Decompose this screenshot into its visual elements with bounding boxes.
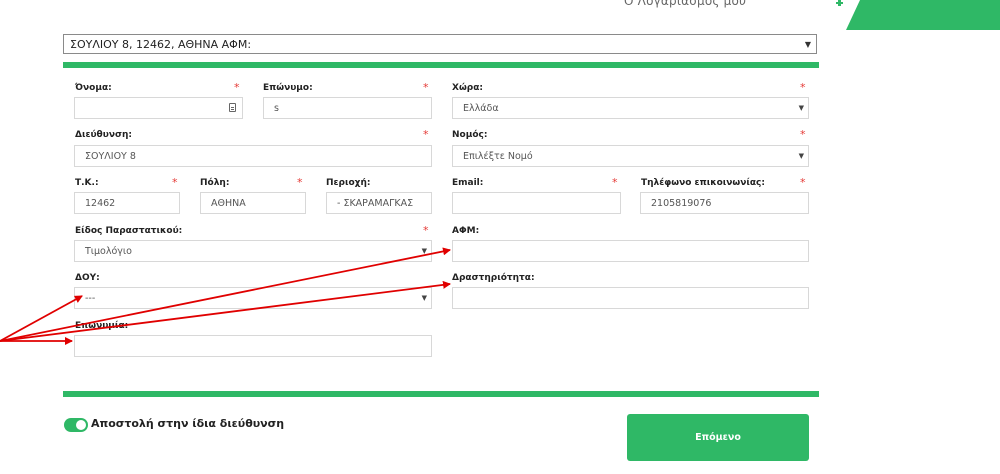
same-address-toggle[interactable] — [64, 418, 88, 432]
toggle-knob — [76, 420, 86, 430]
last-name-input[interactable]: s — [263, 97, 432, 119]
tax-office-label: ΔΟΥ: — [75, 273, 100, 283]
required-marker: * — [423, 81, 429, 94]
required-marker: * — [800, 81, 806, 94]
postal-code-label: Τ.Κ.: — [75, 178, 99, 188]
top-bar: Ο Λογαριασμός μου — [0, 0, 1000, 30]
required-marker: * — [297, 176, 303, 189]
postal-code-input[interactable]: 12462 — [74, 192, 180, 214]
arrow-to-tax-office — [0, 295, 83, 342]
chevron-down-icon: ▼ — [421, 247, 427, 255]
saved-address-value: ΣΟΥΛΙΟΥ 8, 12462, ΑΘΗΝΑ ΑΦΜ: — [70, 38, 252, 51]
email-input[interactable] — [452, 192, 621, 214]
chevron-down-icon: ▼ — [798, 104, 804, 112]
required-marker: * — [423, 224, 429, 237]
section-divider-top — [63, 62, 819, 68]
required-marker: * — [800, 176, 806, 189]
activity-label: Δραστηριότητα: — [452, 273, 535, 283]
document-type-label: Είδος Παραστατικού: — [75, 226, 183, 236]
next-button-label: Επόμενο — [695, 432, 741, 443]
phone-label: Τηλέφωνο επικοινωνίας: — [641, 178, 765, 188]
my-account-link[interactable]: Ο Λογαριασμός μου — [624, 0, 746, 8]
address-input[interactable]: ΣΟΥΛΙΟΥ 8 — [74, 145, 432, 167]
address-label: Διεύθυνση: — [75, 130, 132, 140]
chevron-down-icon: ▼ — [804, 40, 811, 49]
document-type-select[interactable]: Τιμολόγιο ▼ — [74, 240, 432, 262]
area-label: Περιοχή: — [326, 178, 371, 188]
vat-number-input[interactable] — [452, 240, 809, 262]
country-select[interactable]: Ελλάδα ▼ — [452, 97, 809, 119]
activity-input[interactable] — [452, 287, 809, 309]
same-address-label: Αποστολή στην ίδια διεύθυνση — [91, 417, 285, 430]
city-label: Πόλη: — [200, 178, 230, 188]
first-name-label: Όνομα: — [75, 83, 112, 93]
next-button[interactable]: Επόμενο — [627, 414, 809, 461]
chevron-down-icon: ▼ — [798, 152, 804, 160]
area-input[interactable]: - ΣΚΑΡΑΜΑΓΚΑΣ — [326, 192, 432, 214]
contact-card-icon[interactable] — [229, 103, 236, 112]
required-marker: * — [612, 176, 618, 189]
section-divider-bottom — [63, 391, 819, 397]
first-name-input[interactable] — [74, 97, 243, 119]
tax-office-select[interactable]: --- ▼ — [74, 287, 432, 309]
required-marker: * — [800, 128, 806, 141]
prefecture-select[interactable]: Επιλέξτε Νομό ▼ — [452, 145, 809, 167]
vat-number-label: ΑΦΜ: — [452, 226, 480, 236]
phone-input[interactable]: 2105819076 — [640, 192, 809, 214]
required-marker: * — [423, 128, 429, 141]
country-label: Χώρα: — [452, 83, 483, 93]
required-marker: * — [172, 176, 178, 189]
saved-address-select[interactable]: ΣΟΥΛΙΟΥ 8, 12462, ΑΘΗΝΑ ΑΦΜ: ▼ — [63, 34, 817, 54]
city-input[interactable]: ΑΘΗΝΑ — [200, 192, 306, 214]
email-label: Email: — [452, 178, 484, 188]
chevron-down-icon: ▼ — [421, 294, 427, 302]
required-marker: * — [234, 81, 240, 94]
header-green-accent — [830, 0, 1000, 30]
prefecture-label: Νομός: — [452, 130, 488, 140]
plus-icon — [836, 0, 843, 6]
last-name-label: Επώνυμο: — [263, 83, 313, 93]
company-name-input[interactable] — [74, 335, 432, 357]
annotation-arrows — [0, 247, 451, 345]
company-name-label: Επωνυμία: — [75, 321, 129, 331]
